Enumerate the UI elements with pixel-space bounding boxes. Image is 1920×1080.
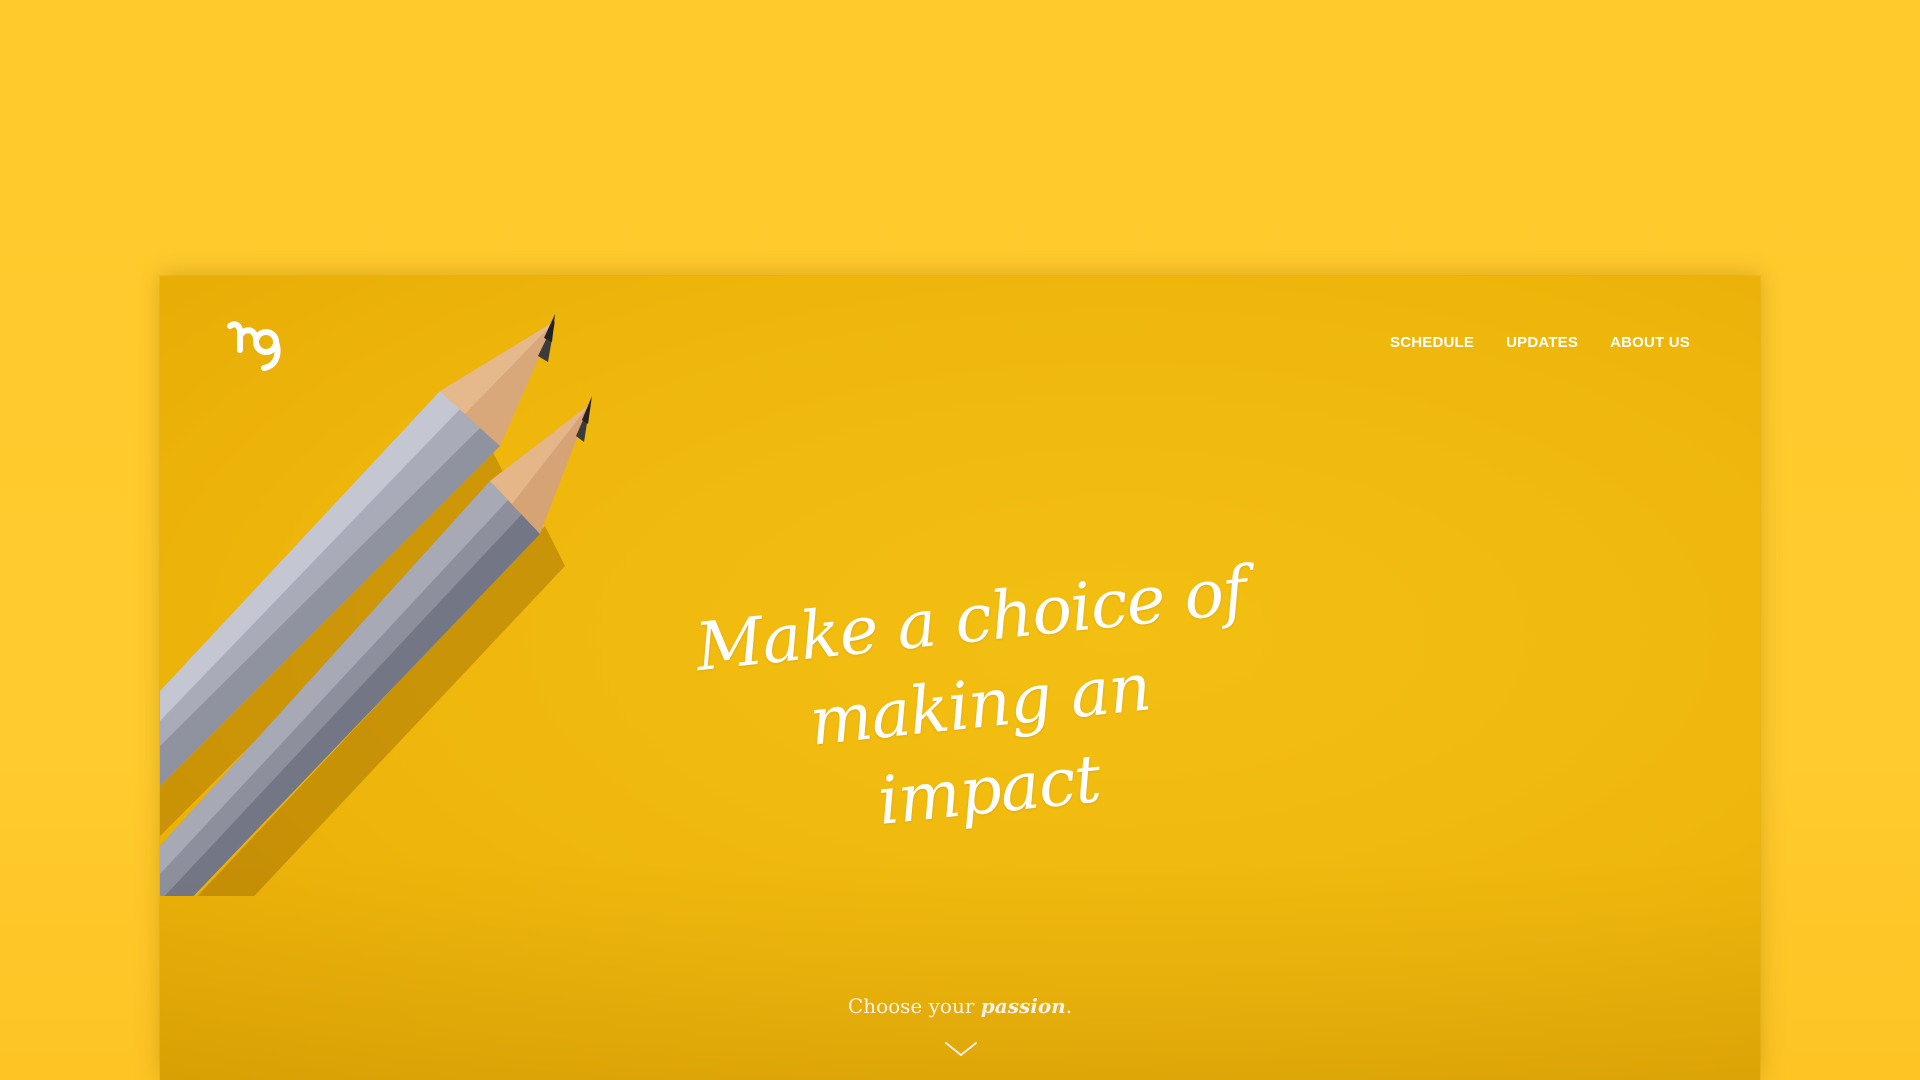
ng-monogram-logo[interactable] [226, 320, 290, 374]
website-mockup: SCHEDULE UPDATES ABOUT US Make a choice … [160, 276, 1760, 1080]
tagline-suffix: . [1065, 994, 1073, 1018]
hero-headline: Make a choice of making an impact [618, 540, 1341, 870]
chevron-down-icon[interactable] [944, 1040, 978, 1058]
tagline-prefix: Choose your [847, 994, 975, 1018]
nav-item-about-us[interactable]: ABOUT US [1610, 334, 1690, 351]
nav-item-updates[interactable]: UPDATES [1506, 334, 1578, 351]
nav-item-schedule[interactable]: SCHEDULE [1390, 334, 1474, 351]
main-nav: SCHEDULE UPDATES ABOUT US [1390, 334, 1690, 351]
tagline-emphasis: passion [980, 994, 1066, 1018]
hero-tagline: Choose your passion. [160, 994, 1760, 1018]
